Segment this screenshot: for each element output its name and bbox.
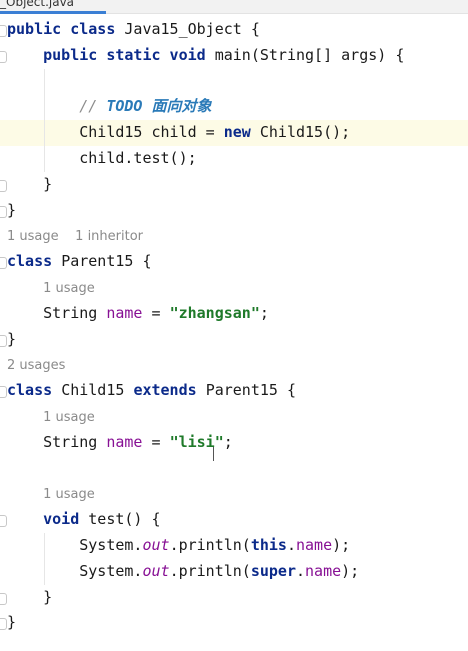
code-line[interactable]: child.test();: [0, 146, 468, 172]
code-line[interactable]: void test() {: [0, 507, 468, 533]
code-line[interactable]: public static void main(String[] args) {: [0, 43, 468, 69]
inlay-hint[interactable]: 1 usage: [43, 281, 95, 296]
code-line[interactable]: }: [0, 327, 468, 353]
code-line[interactable]: System.out.println(super.name);: [0, 559, 468, 585]
inlay-hint[interactable]: 1 usage 1 inheritor: [7, 229, 143, 244]
field-name: name: [106, 432, 143, 451]
keyword: public static void: [43, 45, 215, 64]
code-text: =: [142, 432, 170, 451]
field-name: name: [305, 561, 342, 580]
code-text: .println(: [169, 535, 251, 554]
code-text: child.test();: [7, 148, 197, 167]
code-text: String: [7, 432, 107, 451]
code-line[interactable]: [0, 69, 468, 95]
keyword: class: [7, 252, 62, 271]
code-text: main(String[] args) {: [214, 45, 405, 64]
inlay-hint[interactable]: 1 usage: [43, 410, 95, 425]
fold-marker-icon[interactable]: [0, 50, 7, 63]
code-line[interactable]: System.out.println(this.name);: [0, 533, 468, 559]
keyword: extends: [133, 381, 206, 400]
code-text: Parent15 {: [205, 381, 296, 400]
code-line[interactable]: class Parent15 {: [0, 249, 468, 275]
code-text: .println(: [169, 561, 251, 580]
inlay-hint[interactable]: 1 usage: [43, 487, 95, 502]
code-text: String: [7, 303, 107, 322]
code-line[interactable]: 1 usage: [0, 275, 468, 301]
indent-guide: [44, 533, 45, 585]
code-text: Parent15 {: [61, 252, 152, 271]
code-line[interactable]: Child15 child = new Child15();: [0, 120, 468, 146]
keyword: class: [7, 381, 62, 400]
code-line[interactable]: String name = "lisi";: [0, 430, 468, 456]
code-line[interactable]: }: [0, 172, 468, 198]
code-line[interactable]: [0, 456, 468, 482]
fold-marker-icon[interactable]: [0, 25, 7, 37]
code-line[interactable]: String name = "zhangsan";: [0, 301, 468, 327]
keyword: this: [250, 535, 287, 554]
static-field: out: [142, 561, 170, 580]
code-text: Child15: [61, 381, 134, 400]
fold-marker-icon[interactable]: [0, 179, 7, 192]
code-text: .: [296, 561, 306, 580]
code-text: System.: [7, 535, 143, 554]
code-text: }: [7, 329, 17, 348]
code-text: Child15();: [259, 123, 351, 142]
code-line[interactable]: public class Java15_Object {: [0, 17, 468, 43]
keyword: void: [43, 510, 89, 529]
code-text: Child15 child =: [7, 123, 224, 142]
string-literal: "lisi": [169, 432, 224, 451]
code-line[interactable]: }: [0, 610, 468, 636]
code-text: }: [7, 174, 53, 193]
code-line[interactable]: 1 usage: [0, 481, 468, 507]
active-tab-indicator: [0, 11, 106, 14]
code-line[interactable]: 1 usage 1 inheritor: [0, 223, 468, 249]
code-text: ;: [259, 303, 269, 322]
static-field: out: [142, 535, 170, 554]
fold-marker-icon[interactable]: [0, 386, 7, 399]
fold-marker-icon[interactable]: [0, 257, 7, 270]
code-text: }: [7, 587, 53, 606]
code-editor[interactable]: public class Java15_Object { public stat…: [0, 17, 468, 636]
code-text: ;: [223, 432, 233, 451]
fold-marker-icon[interactable]: [0, 592, 7, 605]
field-name: name: [296, 535, 333, 554]
code-text: }: [7, 200, 17, 219]
code-text: );: [332, 535, 351, 554]
fold-marker-icon[interactable]: [0, 618, 7, 631]
keyword: super: [250, 561, 296, 580]
inlay-hint[interactable]: 2 usages: [7, 358, 65, 373]
code-text: test() {: [88, 510, 161, 529]
code-text: Java15_Object {: [124, 20, 260, 38]
code-text: System.: [7, 561, 143, 580]
fold-marker-icon[interactable]: [0, 334, 7, 347]
code-text: =: [142, 303, 170, 322]
string-literal: "zhangsan": [169, 303, 260, 322]
field-name: name: [106, 303, 143, 322]
keyword: new: [223, 123, 260, 142]
code-line[interactable]: 1 usage: [0, 404, 468, 430]
code-line[interactable]: // TODO 面向对象: [0, 94, 468, 120]
code-text: }: [7, 613, 17, 632]
fold-marker-icon[interactable]: [0, 205, 7, 218]
todo-comment: TODO 面向对象: [106, 97, 212, 116]
keyword: public class: [7, 20, 125, 38]
indent-guide: [44, 68, 45, 172]
code-text: .: [286, 535, 296, 554]
code-line[interactable]: class Child15 extends Parent15 {: [0, 378, 468, 404]
code-line[interactable]: 2 usages: [0, 352, 468, 378]
comment: //: [79, 97, 107, 116]
code-line[interactable]: }: [0, 585, 468, 611]
code-line[interactable]: }: [0, 198, 468, 224]
code-text: );: [341, 561, 360, 580]
editor-tab-bar: _Object.java: [0, 0, 468, 14]
text-cursor-i-beam: [213, 447, 214, 461]
fold-marker-icon[interactable]: [0, 515, 7, 528]
